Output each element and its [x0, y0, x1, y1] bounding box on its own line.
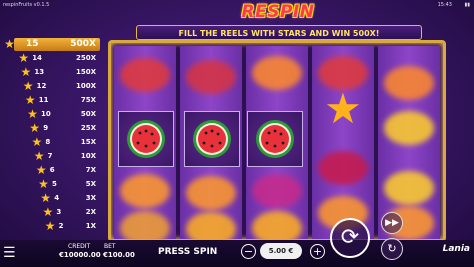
star-icon: ★: [38, 177, 49, 191]
paytable-multiplier: 2X: [85, 208, 96, 216]
paytable-stars: 6: [49, 166, 55, 174]
paytable-multiplier: 75X: [80, 96, 96, 104]
paytable-multiplier: 50X: [80, 110, 96, 118]
paytable-stars: 5: [52, 180, 57, 188]
paytable-multiplier: 100X: [75, 82, 96, 90]
paytable-row: ★ 6 7X: [2, 164, 100, 178]
paytable-multiplier: 1X: [85, 222, 96, 230]
blurred-fruit-icon: [252, 211, 302, 239]
paytable-stars: 7: [47, 152, 53, 160]
star-icon: ★: [31, 135, 43, 149]
paytable-multiplier: 250X: [75, 54, 96, 62]
paytable-stars: 4: [54, 194, 60, 202]
menu-icon[interactable]: ☰: [3, 246, 17, 260]
paytable-multiplier: 7X: [85, 166, 96, 174]
paytable-row: ★ 3 2X: [2, 206, 100, 220]
blurred-berry-icon: [252, 174, 302, 208]
star-paytable: ★ 15 500X ★ 14 250X ★ 13 150X ★ 12 100X ★ 11 75X ★ 10 50X…: [2, 38, 100, 234]
paytable-stars: 13: [34, 68, 45, 76]
star-icon: ★: [24, 93, 36, 107]
paytable-stars: 3: [56, 208, 62, 216]
bet-value: €100.00: [103, 251, 135, 259]
star-icon: ★: [27, 107, 38, 121]
star-icon: ★: [29, 121, 41, 135]
paytable-row: ★ 15 500X: [2, 38, 100, 52]
star-icon: ★: [4, 37, 15, 51]
blurred-orange-icon: [384, 66, 434, 100]
watermelon-symbol-1: [118, 111, 174, 167]
signal-icon: ▮▮: [464, 2, 470, 8]
blurred-fruit-icon: [186, 212, 236, 239]
watermelon-symbol-2: [184, 111, 240, 167]
blurred-orange-icon: [120, 174, 170, 208]
autoplay-button[interactable]: ↻: [381, 238, 403, 260]
star-icon: ★: [44, 219, 56, 233]
star-icon: ★: [18, 51, 30, 65]
paytable-row: ★ 14 250X: [2, 52, 100, 66]
clock-text: 15:43: [437, 2, 452, 8]
paytable-stars: 11: [38, 96, 49, 104]
paytable-row: ★ 5 5X: [2, 178, 100, 192]
watermelon-symbol-3: [247, 111, 303, 167]
blurred-grape-icon: [318, 151, 368, 185]
watermelon-icon: [193, 120, 231, 158]
control-bar: ☰ CREDIT €10000.00 BET €100.00 PRESS SPI…: [0, 240, 474, 267]
version-text: respinFruits v0.1.5: [3, 2, 50, 8]
paytable-multiplier: 150X: [75, 68, 96, 76]
blurred-fruit-icon: [120, 211, 170, 239]
paytable-multiplier: 15X: [80, 138, 96, 146]
paytable-row: ★ 2 1X: [2, 220, 100, 234]
paytable-stars: 14: [32, 54, 42, 62]
paytable-multiplier: 500X: [70, 39, 96, 49]
paytable-stars: 10: [41, 110, 51, 118]
credit-value: €10000.00: [59, 251, 101, 259]
game-logo: RESPIN FRUITS: [241, 2, 315, 46]
paytable-row: ★ 12 100X: [2, 80, 100, 94]
blurred-lemon-icon: [384, 111, 434, 145]
paytable-multiplier: 3X: [85, 194, 96, 202]
paytable-stars: 9: [43, 124, 49, 132]
blurred-orange-icon: [186, 176, 236, 210]
bet-amount-display: 5.00 €: [260, 243, 302, 259]
paytable-row: ★ 13 150X: [2, 66, 100, 80]
turbo-button[interactable]: ▶▶: [381, 212, 403, 234]
credit-label: CREDIT: [68, 243, 91, 250]
paytable-stars: 2: [58, 222, 64, 230]
paytable-row: ★ 4 3X: [2, 192, 100, 206]
blurred-orange-icon: [252, 56, 302, 90]
spin-button[interactable]: ⟳: [330, 218, 370, 258]
paytable-stars: 8: [45, 138, 51, 146]
blurred-cherry-icon: [186, 60, 236, 94]
star-icon: ★: [35, 163, 47, 177]
paytable-row: ★ 10 50X: [2, 108, 100, 122]
star-icon: ★: [40, 191, 52, 205]
blurred-lemon-icon: [384, 171, 434, 205]
star-icon: ★: [42, 205, 54, 219]
blurred-cherry-icon: [120, 58, 170, 92]
paytable-row: ★ 7 10X: [2, 150, 100, 164]
watermelon-icon: [256, 120, 294, 158]
brand-logo: Lania: [442, 244, 470, 254]
star-icon: ★: [20, 65, 32, 79]
paytable-multiplier: 25X: [80, 124, 96, 132]
bet-label: BET: [104, 243, 116, 250]
reel-5: [378, 46, 440, 239]
paytable-stars: 12: [36, 82, 47, 90]
star-icon: ★: [33, 149, 45, 163]
paytable-row: ★ 8 15X: [2, 136, 100, 150]
paytable-multiplier: 5X: [85, 180, 96, 188]
reel-4: ★: [312, 46, 374, 239]
decrease-bet-button[interactable]: −: [241, 244, 256, 259]
press-spin-text: PRESS SPIN: [158, 247, 218, 257]
paytable-multiplier: 10X: [80, 152, 96, 160]
paytable-row: ★ 9 25X: [2, 122, 100, 136]
promo-banner: FILL THE REELS WITH STARS AND WIN 500X!: [136, 25, 422, 40]
paytable-stars: 15: [26, 39, 39, 49]
paytable-row: ★ 11 75X: [2, 94, 100, 108]
increase-bet-button[interactable]: +: [310, 244, 325, 259]
watermelon-icon: [127, 120, 165, 158]
star-icon: ★: [324, 84, 362, 133]
star-icon: ★: [22, 79, 34, 93]
